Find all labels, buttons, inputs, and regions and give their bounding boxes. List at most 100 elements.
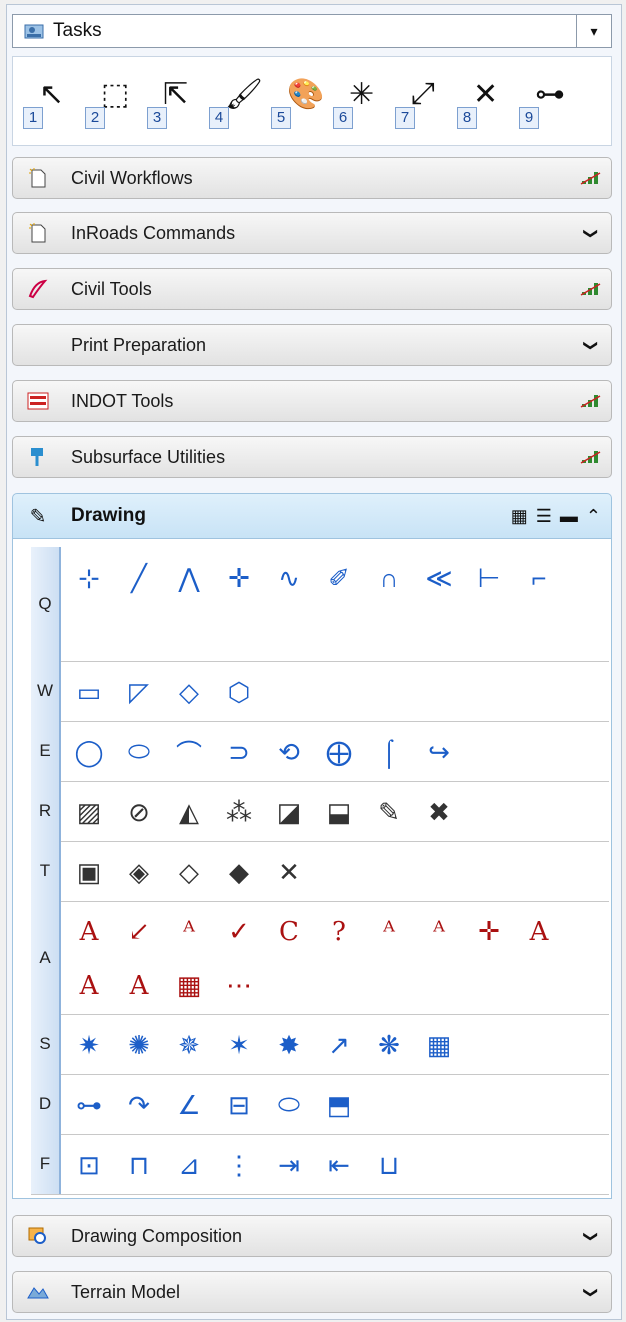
drawing-tool-icon[interactable]: ✛ (217, 555, 261, 601)
drawing-tool-icon[interactable]: ◈ (117, 849, 161, 895)
drawing-tool-icon[interactable]: ∠ (167, 1082, 211, 1128)
drawing-tool-icon[interactable]: A (517, 909, 561, 955)
drawing-tool-icon[interactable]: ⊢ (467, 555, 511, 601)
drawing-tool-icon[interactable]: C (267, 909, 311, 955)
drawing-tool-icon[interactable]: ⌠ (367, 729, 411, 775)
drawing-tool-icon[interactable]: ↷ (117, 1082, 161, 1128)
signal-icon[interactable] (571, 170, 611, 186)
drawing-tool-icon[interactable]: ◯ (67, 729, 111, 775)
group-print-preparation[interactable]: Print Preparation ❯ (12, 324, 612, 366)
signal-icon[interactable] (571, 449, 611, 465)
group-civil-tools[interactable]: Civil Tools (12, 268, 612, 310)
drawing-tool-icon[interactable]: ⇥ (267, 1142, 311, 1188)
drawing-tool-icon[interactable]: ↙ (117, 909, 161, 955)
tasks-dropdown[interactable]: Tasks ▾ (12, 14, 612, 48)
drawing-tool-icon[interactable]: ⊡ (67, 1142, 111, 1188)
drawing-tool-icon[interactable]: ◪ (267, 789, 311, 835)
drawing-tool-icon[interactable]: ❋ (367, 1022, 411, 1068)
drawing-tool-icon[interactable]: A (117, 963, 161, 1009)
drawing-tool-icon[interactable]: ↗ (317, 1022, 361, 1068)
chevron-down-icon[interactable]: ❯ (571, 1228, 611, 1245)
drawing-tool-icon[interactable]: ⊓ (117, 1142, 161, 1188)
drawing-tool-icon[interactable]: ⇤ (317, 1142, 361, 1188)
drawing-tool-icon[interactable]: ⊹ (67, 555, 111, 601)
quick-tool-1[interactable]: ↖ 1 (23, 71, 77, 131)
drawing-tool-icon[interactable]: ✐ (317, 555, 361, 601)
drawing-tool-icon[interactable]: ⊃ (217, 729, 261, 775)
drawing-tool-icon[interactable]: ⊘ (117, 789, 161, 835)
drawing-tool-icon[interactable]: ◆ (217, 849, 261, 895)
quick-tool-9[interactable]: ⊶ 9 (519, 71, 573, 131)
drawing-tool-icon[interactable]: A (67, 909, 111, 955)
drawing-tool-icon[interactable]: ⬭ (117, 729, 161, 775)
drawing-tool-icon[interactable]: ✛ (467, 909, 511, 955)
drawing-tool-icon[interactable]: ≪ (417, 555, 461, 601)
drawing-tool-icon[interactable]: ᴬ (167, 909, 211, 955)
drawing-tool-icon[interactable]: ⌐ (517, 555, 561, 601)
drawing-tool-icon[interactable]: A (67, 963, 111, 1009)
drawing-tool-icon[interactable]: ⋯ (217, 963, 261, 1009)
drawing-tool-icon[interactable]: ⋮ (217, 1142, 261, 1188)
drawing-tool-icon[interactable]: ✵ (167, 1022, 211, 1068)
dropdown-arrow-icon[interactable]: ▾ (576, 15, 611, 47)
drawing-tool-icon[interactable]: ⬒ (317, 1082, 361, 1128)
signal-icon[interactable] (571, 393, 611, 409)
drawing-tool-icon[interactable]: ✎ (367, 789, 411, 835)
quick-tool-2[interactable]: ⬚ 2 (85, 71, 139, 131)
drawing-tool-icon[interactable]: ▦ (417, 1022, 461, 1068)
group-terrain-model[interactable]: Terrain Model ❯ (12, 1271, 612, 1313)
drawing-tool-icon[interactable]: ⁂ (217, 789, 261, 835)
quick-tool-8[interactable]: ✕ 8 (457, 71, 511, 131)
drawing-tool-icon[interactable]: ◇ (167, 849, 211, 895)
drawing-tool-icon[interactable]: ✖ (417, 789, 461, 835)
quick-tool-5[interactable]: 🎨 5 (271, 71, 325, 131)
drawing-header[interactable]: ✎ Drawing ▦ ☰ ▬ ⌃ (12, 493, 612, 539)
group-drawing-composition[interactable]: Drawing Composition ❯ (12, 1215, 612, 1257)
drawing-tool-icon[interactable]: ▨ (67, 789, 111, 835)
drawing-tool-icon[interactable]: ⬡ (217, 669, 261, 715)
chevron-down-icon[interactable]: ❯ (571, 337, 611, 354)
drawing-tool-icon[interactable]: ✸ (267, 1022, 311, 1068)
drawing-tool-icon[interactable]: ⊟ (217, 1082, 261, 1128)
signal-icon[interactable] (571, 281, 611, 297)
drawing-tool-icon[interactable]: ⨁ (317, 729, 361, 775)
drawing-tool-icon[interactable]: ᴬ (417, 909, 461, 955)
drawing-tool-icon[interactable]: ↪ (417, 729, 461, 775)
quick-tool-6[interactable]: ✳ 6 (333, 71, 387, 131)
drawing-tool-icon[interactable]: ∩ (367, 555, 411, 601)
drawing-tool-icon[interactable]: ▦ (167, 963, 211, 1009)
chevron-down-icon[interactable]: ❯ (571, 1284, 611, 1301)
group-indot-tools[interactable]: INDOT Tools (12, 380, 612, 422)
drawing-tool-icon[interactable]: ⋀ (167, 555, 211, 601)
drawing-tool-icon[interactable]: ⊔ (367, 1142, 411, 1188)
drawing-tool-icon[interactable]: ✺ (117, 1022, 161, 1068)
drawing-tool-icon[interactable]: ✶ (217, 1022, 261, 1068)
drawing-tool-icon[interactable]: ∿ (267, 555, 311, 601)
group-inroads-commands[interactable]: InRoads Commands ❯ (12, 212, 612, 254)
drawing-tool-icon[interactable]: ╱ (117, 555, 161, 601)
drawing-tool-icon[interactable]: ⊿ (167, 1142, 211, 1188)
quick-tool-7[interactable]: ⤢ 7 (395, 71, 449, 131)
drawing-tool-icon[interactable]: ⬭ (267, 1082, 311, 1128)
drawing-tool-icon[interactable]: ✓ (217, 909, 261, 955)
quick-tool-3[interactable]: ⇱ 3 (147, 71, 201, 131)
drawing-tool-icon[interactable]: ◭ (167, 789, 211, 835)
drawing-tool-icon[interactable]: ✕ (267, 849, 311, 895)
grid-view-icon[interactable]: ▦ (511, 506, 528, 527)
drawing-tool-icon[interactable]: ⌒ (167, 729, 211, 775)
drawing-tool-icon[interactable]: ✷ (67, 1022, 111, 1068)
group-civil-workflows[interactable]: Civil Workflows (12, 157, 612, 199)
chevron-up-icon[interactable]: ⌃ (586, 506, 601, 527)
drawing-tool-icon[interactable]: ▣ (67, 849, 111, 895)
large-view-icon[interactable]: ▬ (560, 506, 578, 527)
drawing-tool-icon[interactable]: ? (317, 909, 361, 955)
list-view-icon[interactable]: ☰ (536, 506, 552, 527)
drawing-tool-icon[interactable]: ◇ (167, 669, 211, 715)
drawing-tool-icon[interactable]: ⟲ (267, 729, 311, 775)
chevron-down-icon[interactable]: ❯ (571, 225, 611, 242)
drawing-tool-icon[interactable]: ᴬ (367, 909, 411, 955)
drawing-tool-icon[interactable]: ◸ (117, 669, 161, 715)
drawing-tool-icon[interactable]: ⬓ (317, 789, 361, 835)
drawing-tool-icon[interactable]: ⊶ (67, 1082, 111, 1128)
group-subsurface-utilities[interactable]: Subsurface Utilities (12, 436, 612, 478)
